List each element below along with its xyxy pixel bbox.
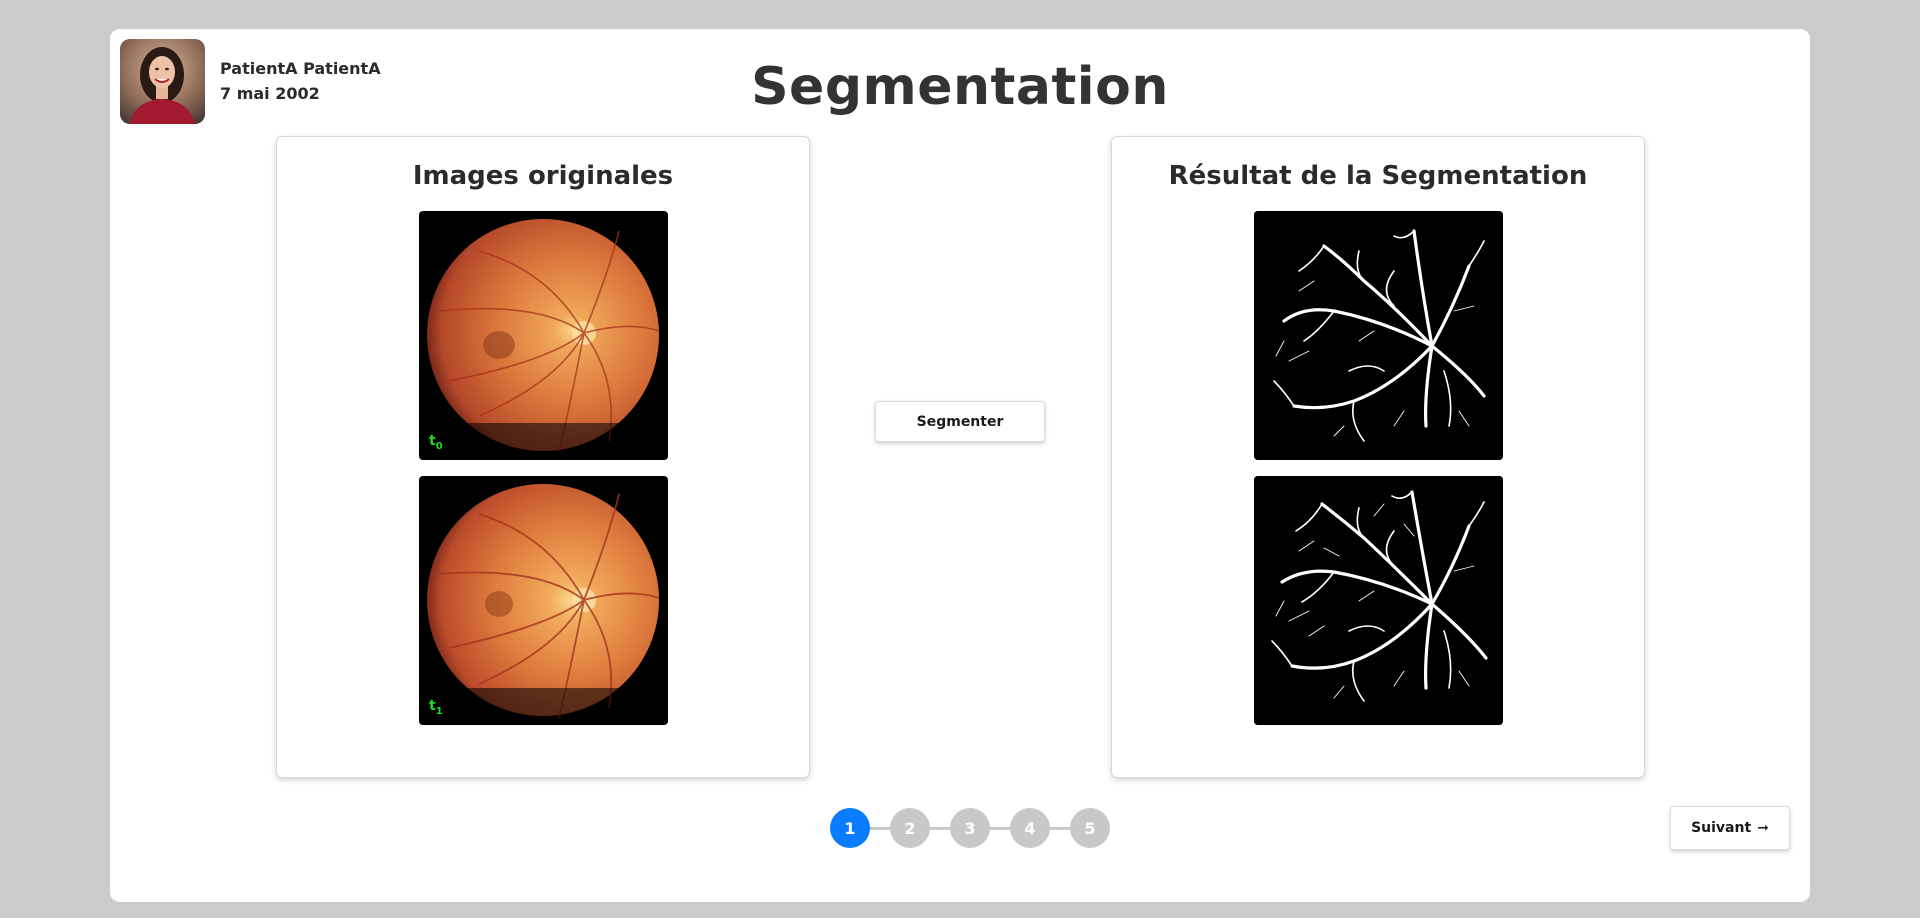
fundus-photo <box>419 219 668 460</box>
next-button[interactable]: Suivant ➞ <box>1670 806 1790 850</box>
fundus-image-t0[interactable]: t0 <box>419 211 668 460</box>
step-3[interactable]: 3 <box>950 808 990 848</box>
segmentation-mask-t1[interactable] <box>1254 476 1503 725</box>
vessel-mask <box>1254 476 1503 725</box>
fundus-photo <box>419 484 668 725</box>
page-title: Segmentation <box>751 57 1169 117</box>
next-button-label: Suivant <box>1691 820 1752 836</box>
time-label-t0: t0 <box>429 433 443 452</box>
step-2[interactable]: 2 <box>890 808 930 848</box>
step-5[interactable]: 5 <box>1070 808 1110 848</box>
step-4[interactable]: 4 <box>1010 808 1050 848</box>
vessel-mask <box>1254 211 1503 460</box>
step-indicator: 1 2 3 4 5 <box>830 808 1110 848</box>
time-label-t1: t1 <box>429 698 443 717</box>
segmentation-result-title: Résultat de la Segmentation <box>1168 161 1588 191</box>
fundus-image-t1[interactable]: t1 <box>419 476 668 725</box>
segmentation-mask-t0[interactable] <box>1254 211 1503 460</box>
step-1[interactable]: 1 <box>830 808 870 848</box>
original-images-card: Images originales t0 t1 <box>276 136 810 778</box>
main-panel: PatientA PatientA 7 mai 2002 Segmentatio… <box>110 29 1810 902</box>
arrow-right-icon: ➞ <box>1757 820 1769 836</box>
segment-button[interactable]: Segmenter <box>875 401 1045 442</box>
original-images-title: Images originales <box>412 161 674 191</box>
segmentation-result-card: Résultat de la Segmentation <box>1111 136 1645 778</box>
